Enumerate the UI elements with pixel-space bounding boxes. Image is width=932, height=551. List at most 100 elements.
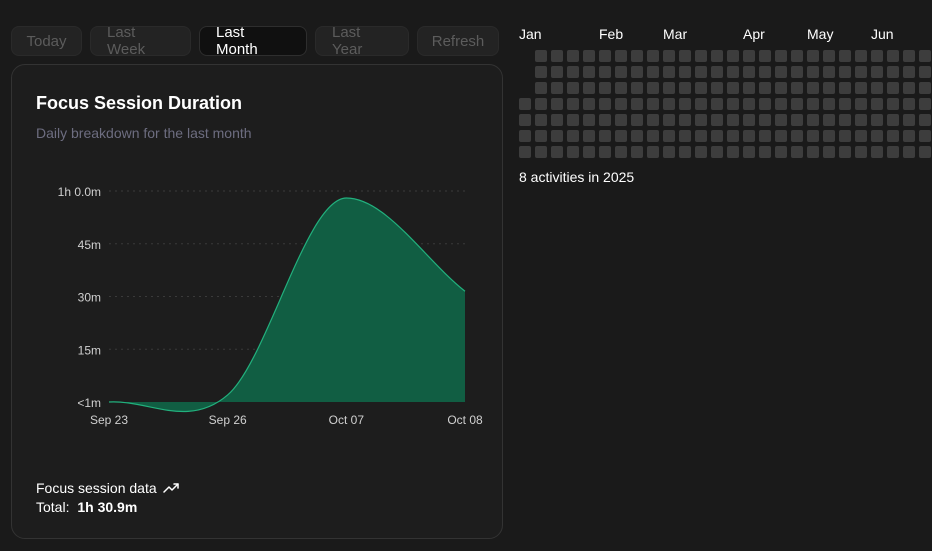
heatmap-cell[interactable] — [791, 66, 803, 78]
heatmap-cell[interactable] — [647, 130, 659, 142]
heatmap-cell[interactable] — [567, 130, 579, 142]
heatmap-cell[interactable] — [775, 98, 787, 110]
heatmap-cell[interactable] — [791, 82, 803, 94]
heatmap-cell[interactable] — [551, 114, 563, 126]
heatmap-cell[interactable] — [615, 50, 627, 62]
heatmap-cell[interactable] — [519, 130, 531, 142]
heatmap-cell[interactable] — [919, 98, 931, 110]
heatmap-cell[interactable] — [839, 114, 851, 126]
heatmap-cell[interactable] — [663, 50, 675, 62]
heatmap-cell[interactable] — [647, 98, 659, 110]
heatmap-cell[interactable] — [583, 50, 595, 62]
heatmap-cell[interactable] — [823, 50, 835, 62]
heatmap-cell[interactable] — [903, 114, 915, 126]
heatmap-cell[interactable] — [791, 114, 803, 126]
heatmap-cell[interactable] — [631, 130, 643, 142]
heatmap-cell[interactable] — [615, 114, 627, 126]
heatmap-cell[interactable] — [631, 66, 643, 78]
heatmap-cell[interactable] — [807, 146, 819, 158]
heatmap-cell[interactable] — [615, 146, 627, 158]
heatmap-cell[interactable] — [519, 146, 531, 158]
heatmap-cell[interactable] — [823, 146, 835, 158]
heatmap-cell[interactable] — [615, 130, 627, 142]
heatmap-cell[interactable] — [759, 130, 771, 142]
heatmap-cell[interactable] — [839, 50, 851, 62]
heatmap-cell[interactable] — [743, 98, 755, 110]
heatmap-cell[interactable] — [551, 98, 563, 110]
heatmap-cell[interactable] — [903, 146, 915, 158]
heatmap-cell[interactable] — [695, 146, 707, 158]
heatmap-cell[interactable] — [903, 82, 915, 94]
heatmap-cell[interactable] — [583, 82, 595, 94]
heatmap-cell[interactable] — [855, 130, 867, 142]
heatmap-cell[interactable] — [567, 82, 579, 94]
heatmap-cell[interactable] — [567, 114, 579, 126]
heatmap-cell[interactable] — [583, 66, 595, 78]
heatmap-cell[interactable] — [663, 130, 675, 142]
heatmap-cell[interactable] — [871, 82, 883, 94]
heatmap-cell[interactable] — [791, 146, 803, 158]
heatmap-cell[interactable] — [663, 82, 675, 94]
heatmap-cell[interactable] — [631, 98, 643, 110]
heatmap-cell[interactable] — [743, 82, 755, 94]
heatmap-cell[interactable] — [855, 146, 867, 158]
heatmap-cell[interactable] — [839, 130, 851, 142]
heatmap-cell[interactable] — [695, 98, 707, 110]
heatmap-cell[interactable] — [647, 66, 659, 78]
heatmap-cell[interactable] — [695, 114, 707, 126]
heatmap-cell[interactable] — [727, 50, 739, 62]
heatmap-cell[interactable] — [887, 130, 899, 142]
heatmap-cell[interactable] — [535, 50, 547, 62]
heatmap-cell[interactable] — [599, 114, 611, 126]
tab-last-month[interactable]: Last Month — [199, 24, 307, 58]
heatmap-cell[interactable] — [599, 50, 611, 62]
heatmap-cell[interactable] — [599, 82, 611, 94]
heatmap-cell[interactable] — [775, 50, 787, 62]
heatmap-cell[interactable] — [711, 50, 723, 62]
heatmap-cell[interactable] — [535, 82, 547, 94]
heatmap-cell[interactable] — [599, 146, 611, 158]
heatmap-cell[interactable] — [807, 50, 819, 62]
heatmap-cell[interactable] — [679, 114, 691, 126]
heatmap-cell[interactable] — [663, 146, 675, 158]
tab-last-week[interactable]: Last Week — [90, 24, 191, 58]
heatmap-cell[interactable] — [823, 82, 835, 94]
heatmap-cell[interactable] — [775, 82, 787, 94]
heatmap-cell[interactable] — [887, 114, 899, 126]
heatmap-cell[interactable] — [855, 50, 867, 62]
heatmap-cell[interactable] — [887, 82, 899, 94]
heatmap-cell[interactable] — [631, 50, 643, 62]
heatmap-cell[interactable] — [791, 130, 803, 142]
heatmap-cell[interactable] — [535, 98, 547, 110]
heatmap-cell[interactable] — [759, 50, 771, 62]
heatmap-cell[interactable] — [583, 130, 595, 142]
heatmap-cell[interactable] — [599, 98, 611, 110]
heatmap-cell[interactable] — [551, 50, 563, 62]
heatmap-cell[interactable] — [871, 50, 883, 62]
heatmap-cell[interactable] — [807, 82, 819, 94]
heatmap-cell[interactable] — [663, 114, 675, 126]
heatmap-cell[interactable] — [519, 114, 531, 126]
heatmap-cell[interactable] — [727, 146, 739, 158]
heatmap-cell[interactable] — [919, 114, 931, 126]
heatmap-cell[interactable] — [887, 66, 899, 78]
heatmap-cell[interactable] — [615, 98, 627, 110]
heatmap-cell[interactable] — [775, 66, 787, 78]
heatmap-cell[interactable] — [679, 146, 691, 158]
heatmap-cell[interactable] — [551, 130, 563, 142]
heatmap-cell[interactable] — [823, 114, 835, 126]
heatmap-cell[interactable] — [615, 82, 627, 94]
heatmap-cell[interactable] — [647, 50, 659, 62]
heatmap-cell[interactable] — [823, 98, 835, 110]
heatmap-cell[interactable] — [807, 98, 819, 110]
heatmap-cell[interactable] — [759, 82, 771, 94]
heatmap-cell[interactable] — [887, 98, 899, 110]
heatmap-cell[interactable] — [919, 82, 931, 94]
heatmap-cell[interactable] — [743, 50, 755, 62]
tab-last-year[interactable]: Last Year — [315, 24, 409, 58]
heatmap-cell[interactable] — [695, 82, 707, 94]
heatmap-cell[interactable] — [727, 82, 739, 94]
heatmap-cell[interactable] — [903, 98, 915, 110]
heatmap-cell[interactable] — [631, 114, 643, 126]
heatmap-cell[interactable] — [551, 82, 563, 94]
